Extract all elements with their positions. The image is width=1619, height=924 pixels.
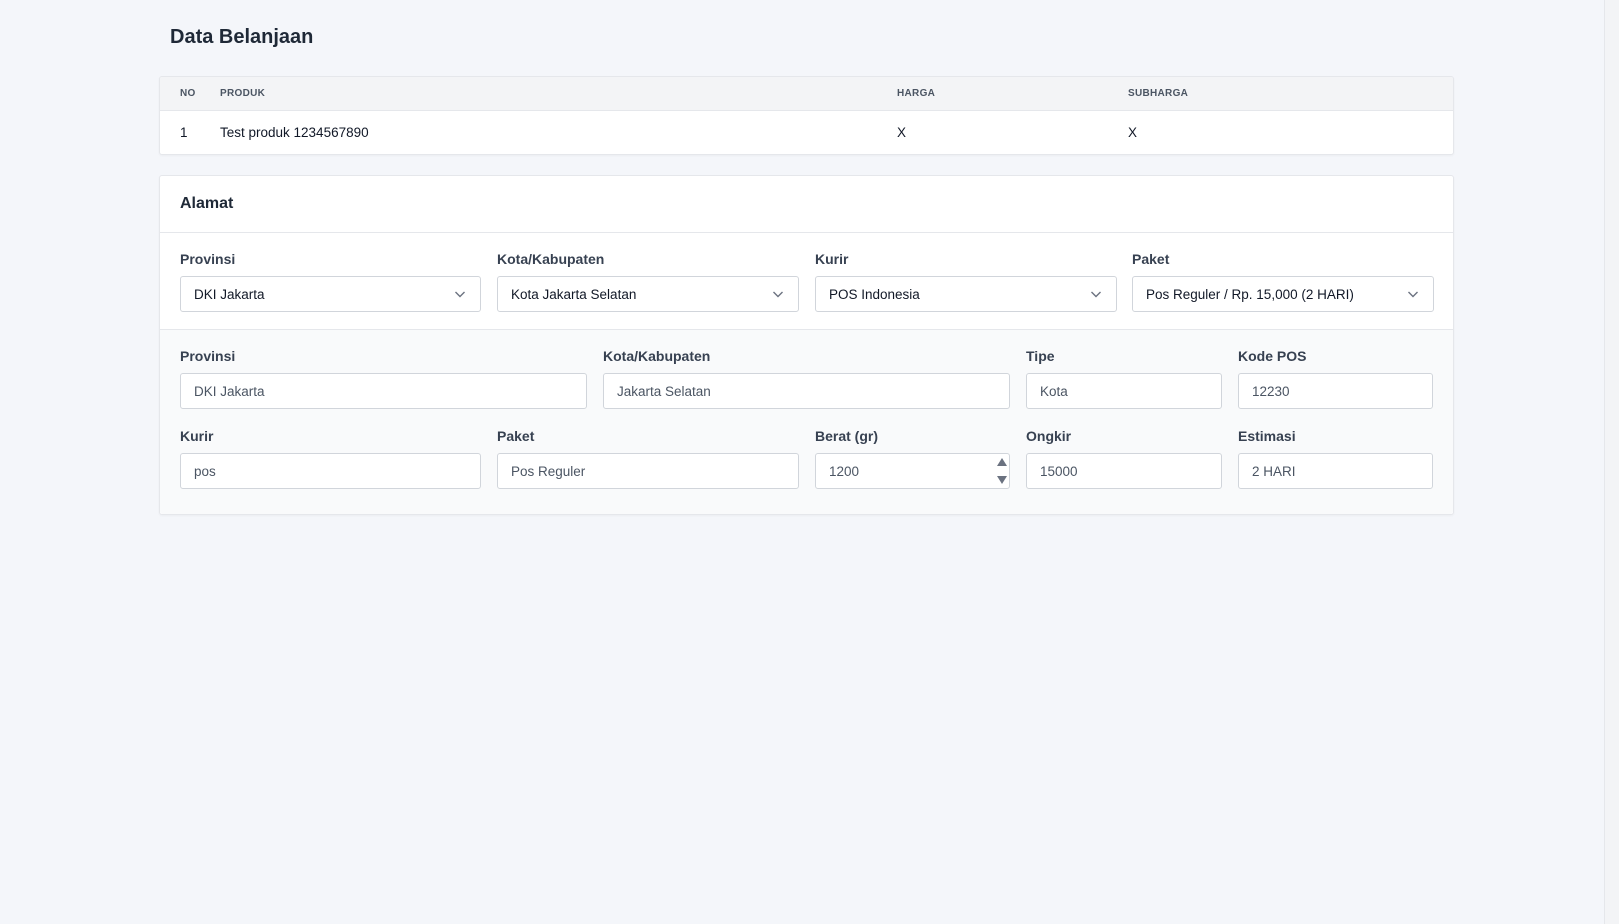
stepper-down-icon[interactable] (997, 476, 1007, 484)
info-berat-label: Berat (gr) (815, 428, 879, 444)
address-select-row: Provinsi DKI Jakarta Kota/Kabupaten Kota… (160, 233, 1453, 330)
info-ongkir-input[interactable]: 15000 (1026, 453, 1222, 489)
chevron-down-icon (455, 291, 465, 298)
info-kota-input[interactable]: Jakarta Selatan (603, 373, 1010, 409)
chevron-down-icon (1408, 291, 1418, 298)
info-provinsi-label: Provinsi (180, 348, 236, 364)
info-paket-value: Pos Reguler (511, 463, 586, 479)
column-header-subharga: SUBHARGA (1128, 87, 1189, 99)
info-kodepos-input[interactable]: 12230 (1238, 373, 1433, 409)
chevron-down-icon (1091, 291, 1101, 298)
info-kodepos-value: 12230 (1252, 383, 1290, 399)
info-berat-value: 1200 (829, 463, 860, 479)
info-kota-field: Kota/Kabupaten Jakarta Selatan (603, 348, 1010, 409)
column-header-no: NO (180, 87, 196, 99)
cell-produk: Test produk 1234567890 (220, 125, 369, 140)
info-berat-field: Berat (gr) 1200 (815, 428, 1010, 489)
column-header-produk: PRODUK (220, 87, 266, 99)
kota-select-label: Kota/Kabupaten (497, 251, 605, 267)
provinsi-select-field: Provinsi DKI Jakarta (180, 251, 481, 312)
info-ongkir-field: Ongkir 15000 (1026, 428, 1222, 489)
info-kurir-input[interactable]: pos (180, 453, 481, 489)
cell-subharga: X (1128, 125, 1138, 140)
cell-harga: X (897, 125, 907, 140)
address-card: Alamat Provinsi DKI Jakarta Kota/Kabupat… (159, 175, 1454, 515)
address-info-area: Provinsi DKI Jakarta Kota/Kabupaten Jaka… (160, 330, 1453, 514)
info-tipe-label: Tipe (1026, 348, 1055, 364)
info-provinsi-value: DKI Jakarta (194, 383, 265, 399)
info-provinsi-field: Provinsi DKI Jakarta (180, 348, 587, 409)
info-paket-label: Paket (497, 428, 535, 444)
paket-select-label: Paket (1132, 251, 1170, 267)
info-estimasi-value: 2 HARI (1252, 463, 1296, 479)
info-tipe-input[interactable]: Kota (1026, 373, 1222, 409)
kota-select-value: Kota Jakarta Selatan (511, 286, 637, 302)
shopping-table-card: NO PRODUK HARGA SUBHARGA 1 Test produk 1… (159, 76, 1454, 155)
kurir-select-label: Kurir (815, 251, 849, 267)
table-header-row: NO PRODUK HARGA SUBHARGA (160, 77, 1453, 110)
info-tipe-field: Tipe Kota (1026, 348, 1222, 409)
shopping-table: NO PRODUK HARGA SUBHARGA 1 Test produk 1… (160, 77, 1453, 154)
info-kodepos-label: Kode POS (1238, 348, 1307, 364)
chevron-down-icon (773, 291, 783, 298)
info-estimasi-input[interactable]: 2 HARI (1238, 453, 1433, 489)
info-kurir-value: pos (194, 463, 216, 479)
table-row: 1 Test produk 1234567890 X X (160, 110, 1453, 154)
stepper-up-icon[interactable] (997, 458, 1007, 466)
paket-select-value: Pos Reguler / Rp. 15,000 (2 HARI) (1146, 286, 1354, 302)
info-ongkir-label: Ongkir (1026, 428, 1072, 444)
info-estimasi-label: Estimasi (1238, 428, 1296, 444)
info-ongkir-value: 15000 (1040, 463, 1078, 479)
paket-select[interactable]: Pos Reguler / Rp. 15,000 (2 HARI) (1132, 276, 1434, 312)
kurir-select-value: POS Indonesia (829, 286, 920, 302)
info-tipe-value: Kota (1040, 383, 1068, 399)
kota-select-field: Kota/Kabupaten Kota Jakarta Selatan (497, 251, 799, 312)
page-scrollbar[interactable] (1604, 0, 1619, 924)
address-header: Alamat (160, 176, 1453, 233)
column-header-harga: HARGA (897, 87, 936, 99)
cell-no: 1 (180, 125, 188, 140)
kota-select[interactable]: Kota Jakarta Selatan (497, 276, 799, 312)
info-provinsi-input[interactable]: DKI Jakarta (180, 373, 587, 409)
info-kota-value: Jakarta Selatan (617, 383, 711, 399)
page-title: Data Belanjaan (170, 26, 314, 48)
address-title: Alamat (180, 195, 234, 212)
number-stepper-icon[interactable] (995, 456, 1009, 486)
info-paket-field: Paket Pos Reguler (497, 428, 799, 489)
info-kurir-field: Kurir pos (180, 428, 481, 489)
provinsi-select-value: DKI Jakarta (194, 286, 265, 302)
info-berat-input[interactable]: 1200 (815, 453, 1010, 489)
info-kurir-label: Kurir (180, 428, 214, 444)
kurir-select[interactable]: POS Indonesia (815, 276, 1117, 312)
provinsi-select-label: Provinsi (180, 251, 236, 267)
info-estimasi-field: Estimasi 2 HARI (1238, 428, 1433, 489)
provinsi-select[interactable]: DKI Jakarta (180, 276, 481, 312)
paket-select-field: Paket Pos Reguler / Rp. 15,000 (2 HARI) (1132, 251, 1434, 312)
info-paket-input[interactable]: Pos Reguler (497, 453, 799, 489)
kurir-select-field: Kurir POS Indonesia (815, 251, 1117, 312)
info-kodepos-field: Kode POS 12230 (1238, 348, 1433, 409)
info-kota-label: Kota/Kabupaten (603, 348, 711, 364)
